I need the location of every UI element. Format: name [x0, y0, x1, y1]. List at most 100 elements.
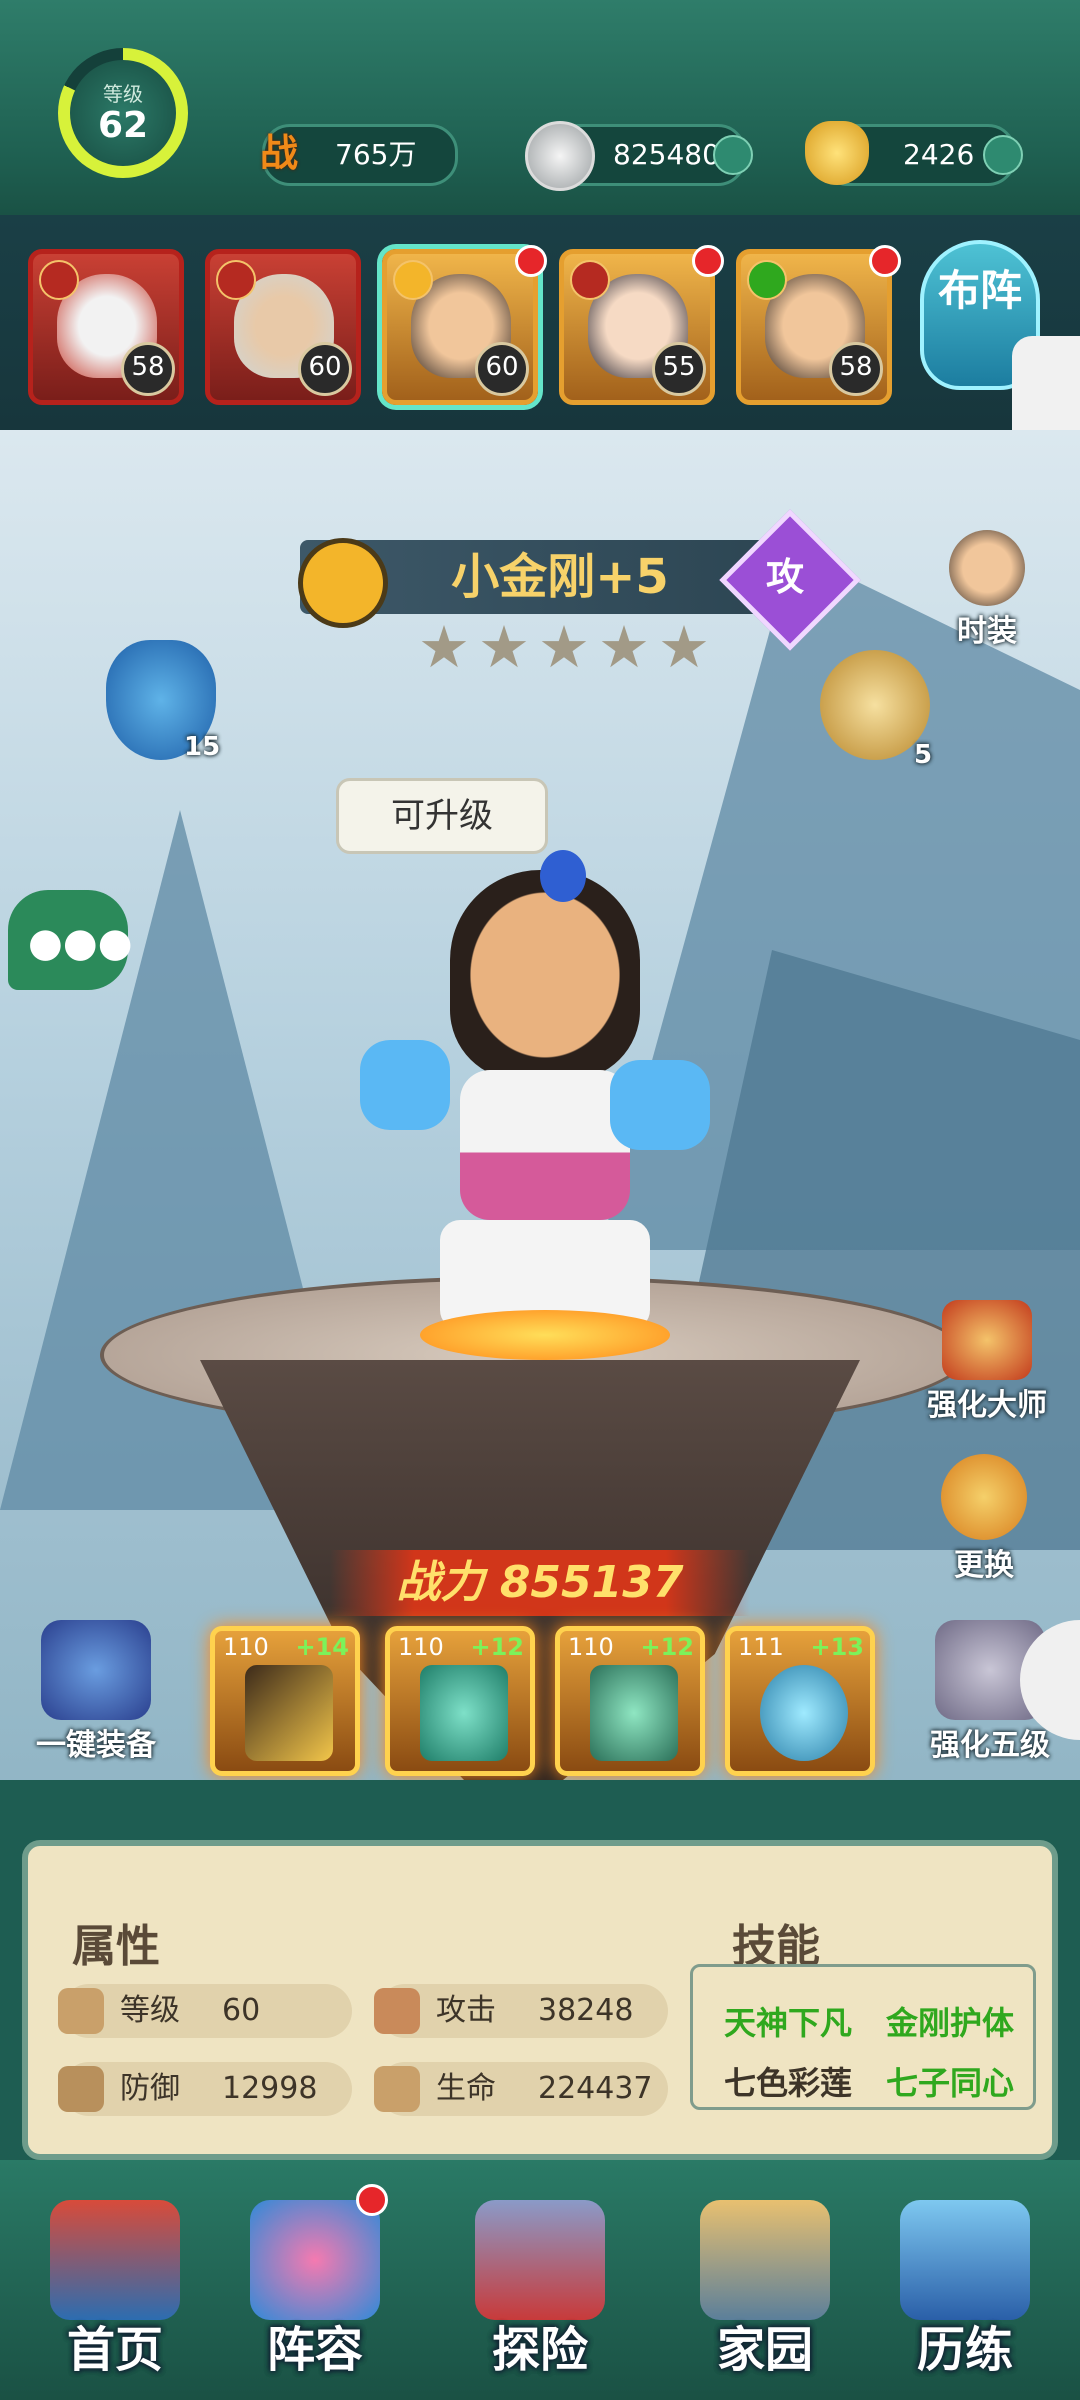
equip-enhance: +12 [470, 1633, 524, 1661]
replace-button[interactable]: 更换 [924, 1454, 1044, 1584]
right-fist [610, 1060, 710, 1150]
equip-level: 110 [223, 1633, 269, 1661]
stat-level: 等级 60 [58, 1984, 352, 2038]
silver-display: 825480 [525, 121, 753, 191]
armor-treasure-button[interactable]: 5 [810, 650, 940, 820]
axe-icon [245, 1665, 333, 1761]
top-bar: 等级 62 战 765万 825480 2426 [0, 0, 1080, 221]
equip-level: 111 [738, 1633, 784, 1661]
faction-icon [216, 260, 256, 300]
hero-level: 55 [652, 342, 706, 396]
equip-slot-armor[interactable]: 110 +12 [385, 1626, 535, 1776]
upgrade-bubble[interactable]: 可升级 [336, 778, 548, 854]
star-icon: ★ [538, 613, 590, 681]
helmet-icon [590, 1665, 678, 1761]
nav-training-label: 历练 [916, 2322, 1013, 2378]
stat-label: 等级 [120, 1993, 180, 2028]
stat-value: 38248 [538, 1993, 634, 2028]
faction-icon [570, 260, 610, 300]
lotus-icon [374, 2066, 420, 2112]
gold-ingot-icon [805, 121, 869, 185]
skill-item[interactable]: 金刚护体 [886, 1998, 1014, 2044]
star-icon: ★ [658, 613, 710, 681]
chat-button[interactable]: ●●● [8, 890, 133, 990]
level-badge: 等级 62 [70, 60, 176, 166]
nav-home-garden[interactable]: 家园 [670, 2180, 860, 2390]
one-click-equip-label: 一键装备 [36, 1728, 156, 1763]
replace-icon [941, 1454, 1027, 1540]
stat-attack: 攻击 38248 [374, 1984, 668, 2038]
chat-icon: ●●● [28, 920, 133, 966]
player-level: 62 [97, 105, 149, 146]
hero-card[interactable]: 60 [205, 249, 361, 405]
level-ring[interactable]: 等级 62 [58, 48, 188, 178]
nav-lineup-label: 阵容 [266, 2322, 363, 2378]
skill-item[interactable]: 七色彩莲 [724, 2058, 852, 2104]
combat-power: 战力 855137 [330, 1550, 750, 1616]
gourds-icon [250, 2200, 380, 2320]
stat-value: 60 [222, 1993, 261, 2028]
hero-card[interactable]: 58 [28, 249, 184, 405]
equip-level: 110 [398, 1633, 444, 1661]
shield-icon [58, 2066, 104, 2112]
faction-icon [393, 260, 433, 300]
skill-item[interactable]: 天神下凡 [724, 1998, 852, 2044]
enhance-master-button[interactable]: 强化大师 [912, 1300, 1062, 1430]
sword-icon [374, 1988, 420, 2034]
house-icon [700, 2200, 830, 2320]
hero-alert-dot [869, 245, 901, 277]
equip-slot-necklace[interactable]: 111 +13 [725, 1626, 875, 1776]
stat-hp: 生命 224437 [374, 2062, 668, 2116]
hero-strip: 58 60 60 55 58 [0, 215, 1080, 434]
armor-count: 5 [914, 740, 933, 770]
hero-character[interactable] [360, 850, 720, 1370]
nav-home-label: 首页 [66, 2322, 163, 2378]
add-silver-button[interactable] [713, 135, 753, 175]
one-click-equip-button[interactable]: 一键装备 [6, 1620, 186, 1770]
equip-enhance: +14 [295, 1633, 349, 1661]
hero-level: 60 [475, 342, 529, 396]
vase-treasure-button[interactable]: 15 [96, 640, 226, 820]
add-gold-button[interactable] [983, 135, 1023, 175]
skill-item[interactable]: 七子同心 [886, 2058, 1014, 2104]
stat-label: 防御 [120, 2071, 180, 2106]
combat-power-label: 战力 [396, 1557, 485, 1608]
nav-home-garden-label: 家园 [716, 2322, 813, 2378]
nav-explore-label: 探险 [491, 2322, 588, 2378]
equip-slot-weapon[interactable]: 110 +14 [210, 1626, 360, 1776]
hero-card[interactable]: 55 [559, 249, 715, 405]
enhance-five-label: 强化五级 [930, 1728, 1050, 1763]
stat-defense: 防御 12998 [58, 2062, 352, 2116]
nav-training[interactable]: 历练 [870, 2180, 1060, 2390]
equip-slot-helmet[interactable]: 110 +12 [555, 1626, 705, 1776]
hero-head [450, 870, 640, 1080]
stat-value: 12998 [222, 2071, 318, 2106]
nav-home[interactable]: 首页 [20, 2180, 210, 2390]
silver-amount: 825480 [613, 138, 720, 171]
hero-level: 58 [121, 342, 175, 396]
hero-alert-dot [692, 245, 724, 277]
fire-effect [420, 1310, 670, 1360]
star-icon: ★ [478, 613, 530, 681]
star-icon: ★ [598, 613, 650, 681]
replace-label: 更换 [954, 1548, 1014, 1583]
hero-card[interactable]: 58 [736, 249, 892, 405]
gold-amount: 2426 [903, 138, 975, 171]
equip-enhance: +13 [810, 1633, 864, 1661]
palace-icon [50, 2200, 180, 2320]
gold-display: 2426 [805, 121, 1023, 186]
costume-button[interactable]: 时装 [932, 530, 1042, 649]
combat-power-value: 855137 [499, 1557, 684, 1608]
left-fist [360, 1040, 450, 1130]
nav-explore[interactable]: 探险 [445, 2180, 635, 2390]
hero-card-selected[interactable]: 60 [382, 249, 538, 405]
cloud-element-icon [298, 538, 388, 628]
equip-armor-icon [41, 1620, 151, 1720]
master-icon [942, 1300, 1032, 1380]
stat-label: 生命 [436, 2071, 496, 2106]
enhance-master-label: 强化大师 [927, 1388, 1047, 1423]
equip-level: 110 [568, 1633, 614, 1661]
power-display: 战 765万 [260, 124, 458, 186]
faction-icon [747, 260, 787, 300]
armor-icon [420, 1665, 508, 1761]
